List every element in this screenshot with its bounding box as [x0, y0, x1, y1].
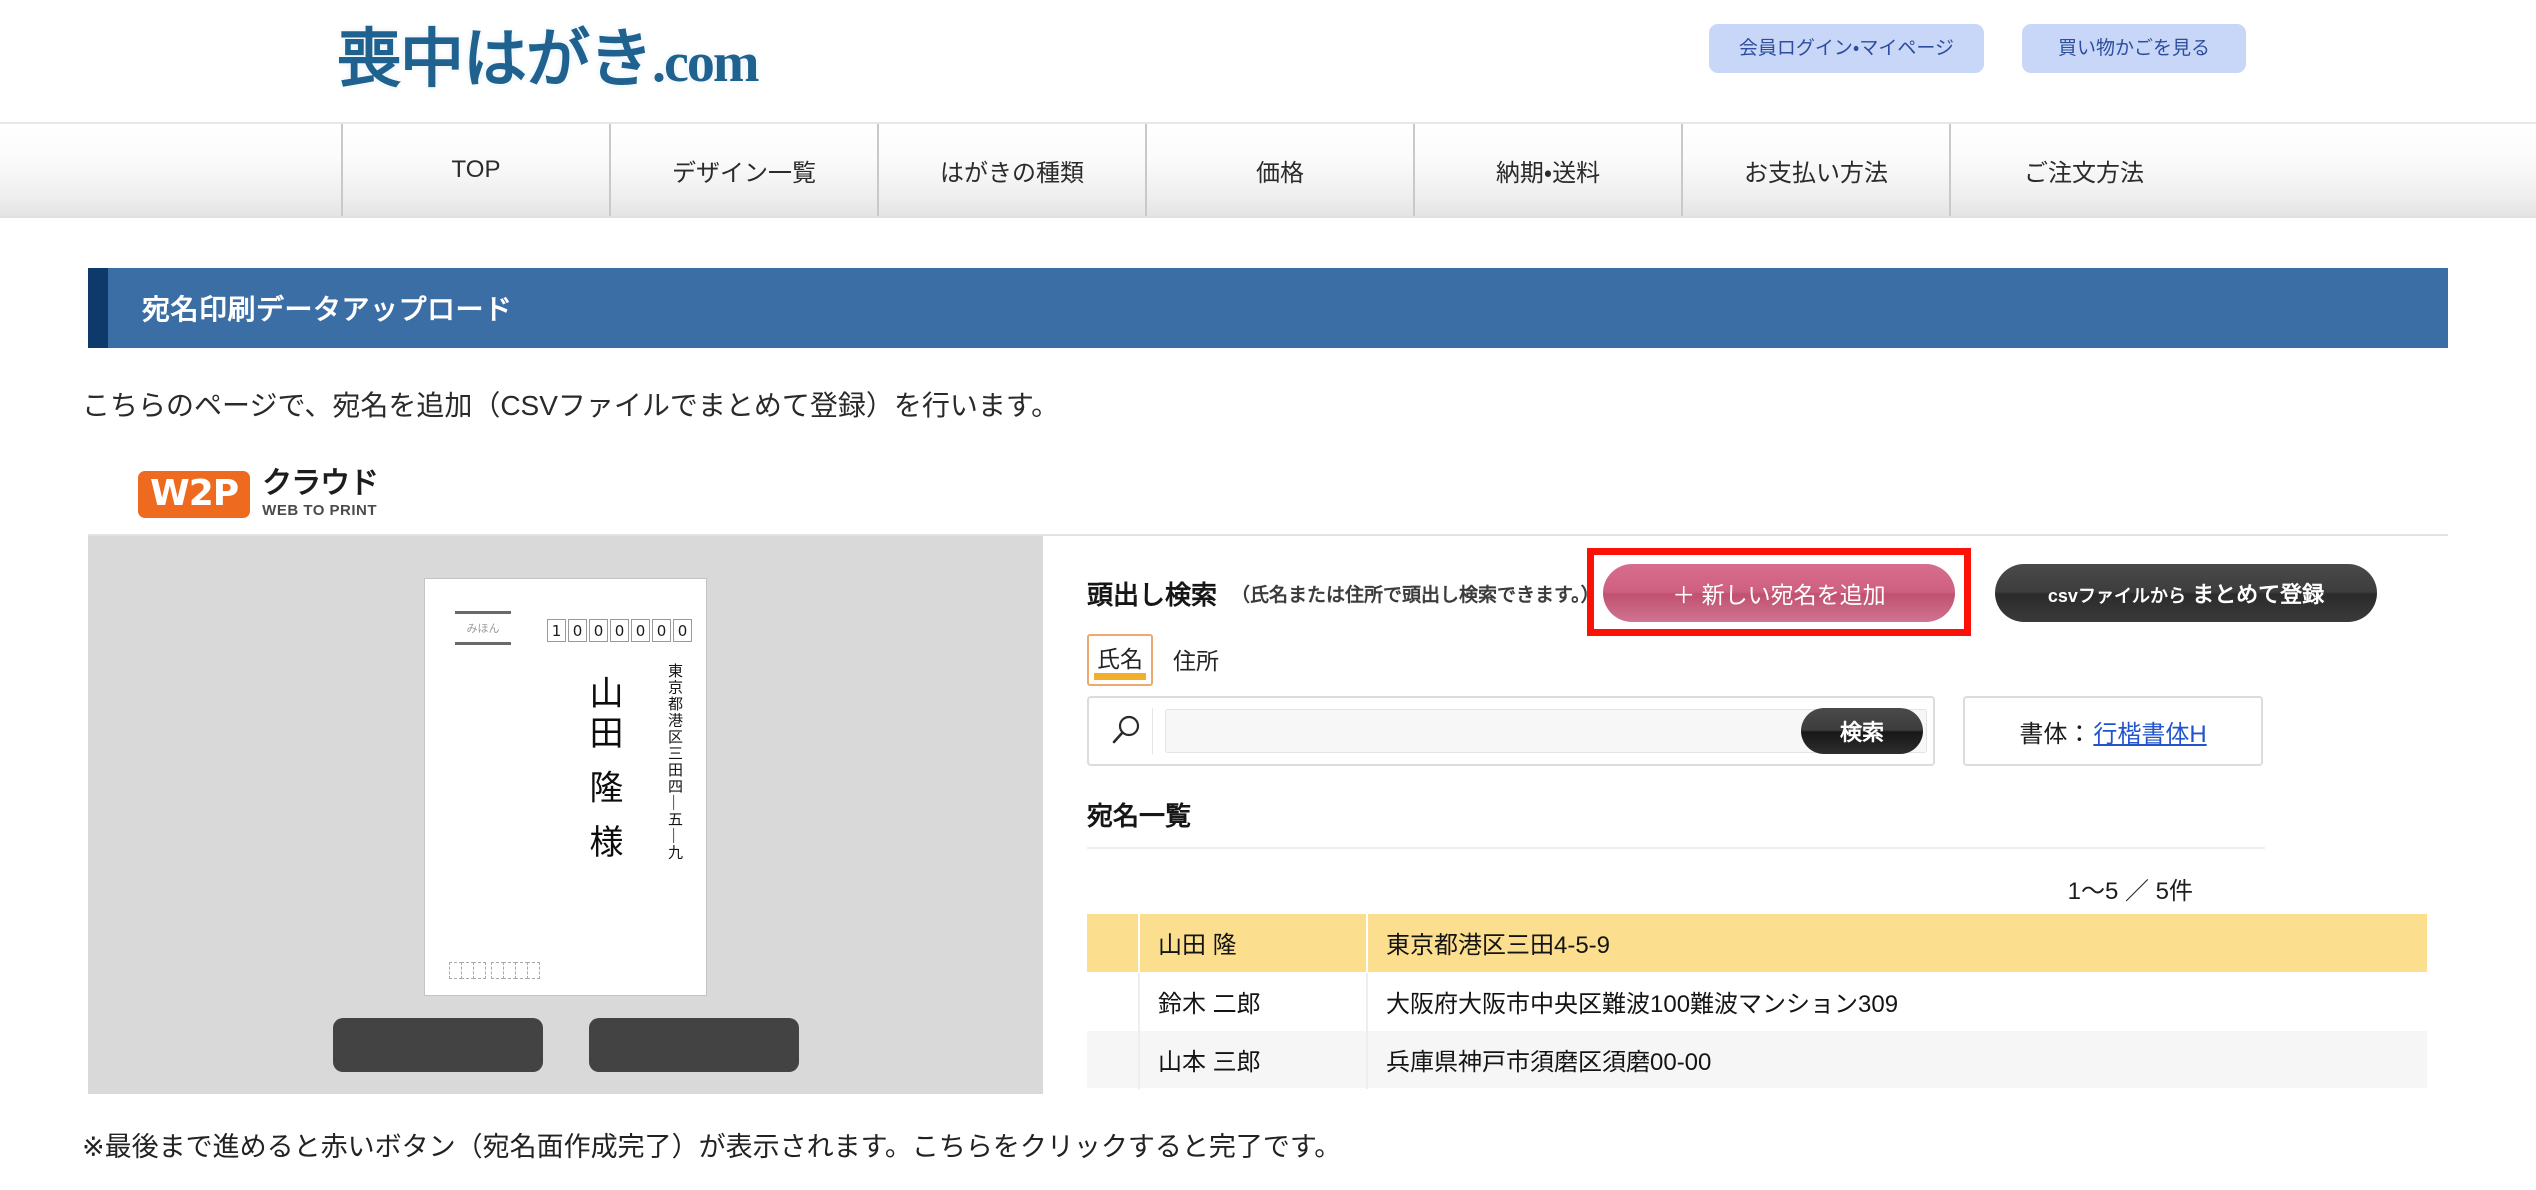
font-value-link[interactable]: 行楷書体H	[2093, 714, 2206, 749]
row-address-cell: 東京都港区三田4-5-9	[1367, 914, 2427, 973]
address-table-body: 山田 隆 東京都港区三田4-5-9 鈴木 二郎 大阪府大阪市中央区難波100難波…	[1087, 914, 2427, 1089]
page-body: 宛名印刷データアップロード こちらのページで、宛名を追加（CSVファイルでまとめ…	[0, 268, 2536, 1162]
address-table: 山田 隆 東京都港区三田4-5-9 鈴木 二郎 大阪府大阪市中央区難波100難波…	[1087, 914, 2427, 1089]
w2p-text-block: クラウド WEB TO PRINT	[262, 467, 379, 519]
preview-button-right[interactable]	[588, 1018, 799, 1072]
w2p-subtitle: WEB TO PRINT	[262, 502, 378, 519]
nav-item-design-list[interactable]: デザイン一覧	[609, 124, 877, 216]
member-login-button[interactable]: 会員ログイン・マイページ	[1708, 24, 1984, 73]
logo-text: 喪中はがき	[337, 24, 653, 95]
search-submit-button[interactable]: 検索	[1801, 708, 1923, 754]
font-label: 書体：	[2019, 720, 2092, 748]
sample-stamp: みほん	[455, 611, 511, 645]
site-logo[interactable]: 喪中はがき.com	[337, 8, 760, 100]
row-checkbox-cell[interactable]	[1087, 1030, 1140, 1089]
w2p-badge: W2P	[138, 471, 251, 518]
nav-item-postcard-types[interactable]: はがきの種類	[877, 124, 1145, 216]
postcard-preview: みほん 1 0 0 0 0 0 0 東京都港区三田四—五—九 山田 隆 様	[424, 578, 707, 996]
csv-button-prefix: csvファイルから	[2047, 586, 2186, 606]
font-selector: 書体： 行楷書体H	[1963, 696, 2263, 766]
w2p-kana: クラウド	[262, 467, 379, 500]
tab-name[interactable]: 氏名	[1087, 634, 1153, 686]
address-app-panel: みほん 1 0 0 0 0 0 0 東京都港区三田四—五—九 山田 隆 様 頭出…	[88, 534, 2448, 1094]
sender-zip-group-b	[491, 962, 540, 979]
search-controls-row: 検索 書体： 行楷書体H	[1087, 696, 2448, 766]
main-navigation: TOP デザイン一覧 はがきの種類 価格 納期・送料 お支払い方法 ご注文方法	[0, 122, 2536, 218]
search-section-title: 頭出し検索	[1087, 579, 1218, 610]
preview-address-text: 東京都港区三田四—五—九	[666, 663, 682, 861]
nav-item-payment[interactable]: お支払い方法	[1681, 124, 1949, 216]
sample-label: みほん	[466, 623, 500, 635]
preview-name-text: 山田 隆 様	[584, 675, 621, 864]
view-cart-button[interactable]: 買い物かごを見る	[2021, 24, 2246, 73]
page-title-bar: 宛名印刷データアップロード	[88, 268, 2448, 348]
zip-digit: 0	[610, 619, 629, 642]
row-address-cell: 兵庫県神戸市須磨区須磨00-00	[1367, 1030, 2427, 1089]
row-checkbox-cell[interactable]	[1087, 914, 1140, 973]
row-name-cell: 山本 三郎	[1139, 1030, 1368, 1089]
panel-bottom-clip	[0, 1100, 2536, 1114]
table-row[interactable]: 山田 隆 東京都港区三田4-5-9	[1087, 914, 2427, 973]
row-name-cell: 鈴木 二郎	[1139, 972, 1368, 1031]
search-icon	[1099, 708, 1153, 754]
row-address-cell: 大阪府大阪市中央区難波100難波マンション309	[1367, 972, 2427, 1031]
nav-right-spacer	[2217, 124, 2536, 216]
address-list-title: 宛名一覧	[1087, 801, 1192, 831]
search-section-hint: （氏名または住所で頭出し検索できます。）	[1231, 584, 1600, 606]
w2p-cloud-logo: W2P クラウド WEB TO PRINT	[138, 456, 2536, 518]
search-mode-tabs: 氏名 住所	[1087, 634, 2448, 686]
tab-address[interactable]: 住所	[1165, 638, 1227, 686]
zip-digit: 1	[547, 619, 566, 642]
add-new-address-button[interactable]: ＋ 新しい宛名を追加	[1603, 564, 1955, 622]
footer-note: ※最後まで進めると赤いボタン（宛名面作成完了）が表示されます。こちらをクリックす…	[82, 1132, 1342, 1162]
csv-button-label: まとめて登録	[2192, 582, 2325, 607]
row-checkbox-cell[interactable]	[1087, 972, 1140, 1031]
nav-item-price[interactable]: 価格	[1145, 124, 1413, 216]
nav-item-top[interactable]: TOP	[341, 124, 609, 216]
header-actions: 会員ログイン・マイページ 買い物かごを見る	[1708, 24, 2246, 73]
sample-bar-bottom	[455, 642, 511, 645]
nav-left-spacer	[0, 124, 341, 216]
table-row[interactable]: 山本 三郎 兵庫県神戸市須磨区須磨00-00	[1087, 1030, 2427, 1089]
sender-zip-cell	[527, 962, 540, 979]
preview-action-buttons	[332, 1018, 799, 1072]
sender-zip-boxes	[449, 962, 540, 979]
zip-digit: 0	[631, 619, 650, 642]
search-header-row: 頭出し検索 （氏名または住所で頭出し検索できます。） ＋ 新しい宛名を追加 cs…	[1087, 548, 2448, 636]
list-count-label: 1〜5 ／ 5件	[2067, 878, 2193, 905]
nav-item-delivery[interactable]: 納期・送料	[1413, 124, 1681, 216]
site-header: 喪中はがき.com 会員ログイン・マイページ 買い物かごを見る	[0, 0, 2536, 122]
nav-item-how-to-order[interactable]: ご注文方法	[1949, 124, 2217, 216]
csv-bulk-register-button[interactable]: csvファイルから まとめて登録	[1995, 564, 2377, 622]
zip-digit: 0	[568, 619, 587, 642]
zip-digit: 0	[652, 619, 671, 642]
sender-zip-group-a	[449, 962, 486, 979]
sender-zip-cell	[473, 962, 486, 979]
preview-button-left[interactable]	[332, 1018, 543, 1072]
lead-text: こちらのページで、宛名を追加（CSVファイルでまとめて登録）を行います。	[82, 390, 1060, 421]
sample-bar-top	[455, 611, 511, 614]
zip-digit: 0	[673, 619, 692, 642]
zip-digit: 0	[589, 619, 608, 642]
list-divider	[1087, 847, 2265, 849]
row-name-cell: 山田 隆	[1139, 914, 1368, 973]
zip-code-boxes: 1 0 0 0 0 0 0	[547, 619, 692, 642]
page-title: 宛名印刷データアップロード	[142, 294, 513, 325]
search-box: 検索	[1087, 696, 1935, 766]
table-row[interactable]: 鈴木 二郎 大阪府大阪市中央区難波100難波マンション309	[1087, 972, 2427, 1031]
postcard-preview-column: みほん 1 0 0 0 0 0 0 東京都港区三田四—五—九 山田 隆 様	[88, 536, 1043, 1094]
address-side-column: 頭出し検索 （氏名または住所で頭出し検索できます。） ＋ 新しい宛名を追加 cs…	[1043, 536, 2448, 1094]
logo-suffix: .com	[652, 32, 760, 94]
